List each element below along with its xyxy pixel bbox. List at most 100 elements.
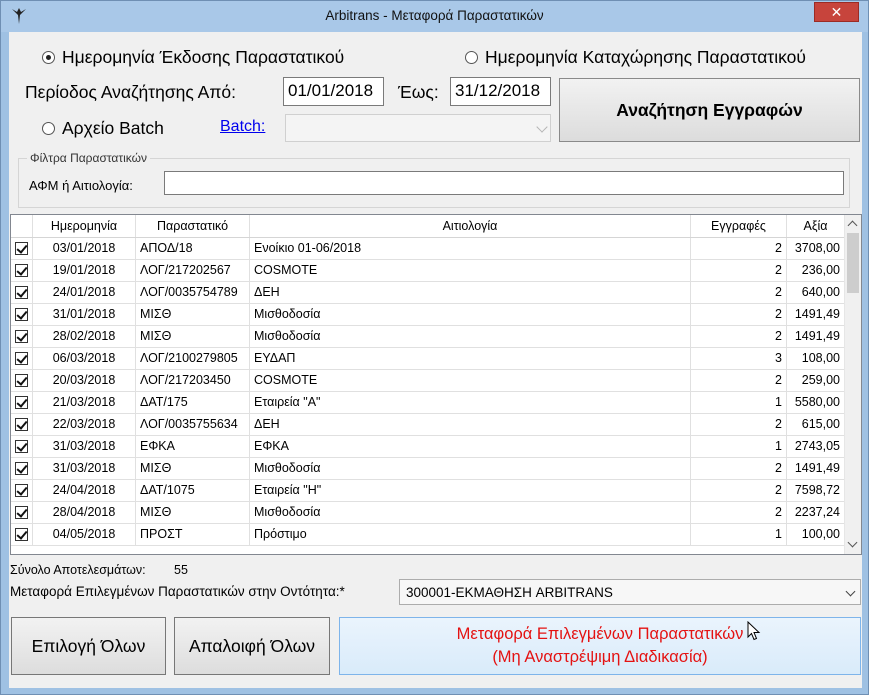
checkbox-checked-icon[interactable]: [15, 242, 28, 256]
cell-entries: 2: [690, 303, 787, 326]
cell-date: 31/03/2018: [32, 435, 136, 458]
table-row[interactable]: 20/03/2018 ΛΟΓ/217203450 COSMOTE 2 259,00: [11, 369, 845, 392]
table-row[interactable]: 28/02/2018 ΜΙΣΘ Μισθοδοσία 2 1491,49: [11, 325, 845, 348]
row-checkbox[interactable]: [11, 523, 33, 546]
checkbox-checked-icon[interactable]: [15, 286, 28, 300]
transfer-entity-label: Μεταφορά Επιλεγμένων Παραστατικών στην Ο…: [10, 584, 345, 599]
row-checkbox[interactable]: [11, 435, 33, 458]
search-records-button[interactable]: Αναζήτηση Εγγραφών: [559, 78, 860, 142]
table-row[interactable]: 21/03/2018 ΔΑΤ/175 Εταιρεία "Α" 1 5580,00: [11, 391, 845, 414]
row-checkbox[interactable]: [11, 303, 33, 326]
col-header-date[interactable]: Ημερομηνία: [32, 215, 136, 238]
date-to-input[interactable]: 31/12/2018: [450, 77, 551, 106]
deselect-all-button[interactable]: Απαλοιφή Όλων: [174, 617, 330, 675]
radio-batch-dot[interactable]: [42, 122, 55, 135]
cell-document: ΕΦΚΑ: [135, 435, 250, 458]
window-title: Arbitrans - Μεταφορά Παραστατικών: [325, 8, 544, 23]
row-checkbox[interactable]: [11, 237, 33, 260]
col-header-document[interactable]: Παραστατικό: [135, 215, 250, 238]
entity-select[interactable]: 300001-ΕΚΜΑΘΗΣΗ ARBITRANS: [399, 579, 861, 605]
table-row[interactable]: 28/04/2018 ΜΙΣΘ Μισθοδοσία 2 2237,24: [11, 501, 845, 524]
col-header-entries[interactable]: Εγγραφές: [690, 215, 787, 238]
table-row[interactable]: 22/03/2018 ΛΟΓ/0035755634 ΔΕΗ 2 615,00: [11, 413, 845, 436]
table-row[interactable]: 24/04/2018 ΔΑΤ/1075 Εταιρεία "Η" 2 7598,72: [11, 479, 845, 502]
date-from-input[interactable]: 01/01/2018: [283, 77, 384, 106]
table-row[interactable]: 04/05/2018 ΠΡΟΣΤ Πρόστιμο 1 100,00: [11, 523, 845, 546]
cell-document: ΜΙΣΘ: [135, 501, 250, 524]
checkbox-checked-icon[interactable]: [15, 440, 28, 454]
cell-date: 31/03/2018: [32, 457, 136, 480]
row-checkbox[interactable]: [11, 259, 33, 282]
batch-select[interactable]: [285, 114, 551, 142]
cell-date: 21/03/2018: [32, 391, 136, 414]
select-all-button[interactable]: Επιλογή Όλων: [11, 617, 166, 675]
row-checkbox[interactable]: [11, 281, 33, 304]
radio-register-date-dot[interactable]: [465, 51, 478, 64]
radio-batch[interactable]: Αρχείο Batch: [42, 118, 164, 139]
transfer-selected-button[interactable]: Μεταφορά Επιλεγμένων Παραστατικών (Μη Αν…: [339, 617, 861, 675]
cell-entries: 1: [690, 435, 787, 458]
checkbox-checked-icon[interactable]: [15, 308, 28, 322]
cell-reason: Μισθοδοσία: [249, 457, 691, 480]
close-button[interactable]: ✕: [814, 2, 859, 22]
scroll-up-icon[interactable]: [847, 220, 858, 231]
checkbox-checked-icon[interactable]: [15, 462, 28, 476]
table-row[interactable]: 06/03/2018 ΛΟΓ/2100279805 ΕΥΔΑΠ 3 108,00: [11, 347, 845, 370]
cell-reason: Μισθοδοσία: [249, 325, 691, 348]
col-header-reason[interactable]: Αιτιολογία: [249, 215, 691, 238]
checkbox-checked-icon[interactable]: [15, 396, 28, 410]
cell-document: ΛΟΓ/0035755634: [135, 413, 250, 436]
radio-issue-date[interactable]: Ημερομηνία Έκδοσης Παραστατικού: [42, 47, 344, 68]
row-checkbox[interactable]: [11, 347, 33, 370]
row-checkbox[interactable]: [11, 391, 33, 414]
checkbox-checked-icon[interactable]: [15, 264, 28, 278]
scroll-down-icon[interactable]: [847, 537, 858, 548]
cell-value: 1491,49: [786, 303, 845, 326]
cell-entries: 1: [690, 523, 787, 546]
col-header-value[interactable]: Αξία: [786, 215, 845, 238]
cell-reason: ΕΥΔΑΠ: [249, 347, 691, 370]
checkbox-checked-icon[interactable]: [15, 484, 28, 498]
table-row[interactable]: 19/01/2018 ΛΟΓ/217202567 COSMOTE 2 236,00: [11, 259, 845, 282]
checkbox-checked-icon[interactable]: [15, 418, 28, 432]
row-checkbox[interactable]: [11, 479, 33, 502]
grid-scrollbar[interactable]: [844, 215, 861, 554]
radio-register-date-label: Ημερομηνία Καταχώρησης Παραστατικού: [485, 47, 806, 67]
checkbox-checked-icon[interactable]: [15, 528, 28, 542]
cell-entries: 2: [690, 413, 787, 436]
afm-label: ΑΦΜ ή Αιτιολογία:: [29, 178, 133, 193]
cell-value: 5580,00: [786, 391, 845, 414]
radio-issue-date-dot[interactable]: [42, 51, 55, 64]
cell-value: 2743,05: [786, 435, 845, 458]
cell-reason: COSMOTE: [249, 259, 691, 282]
row-checkbox[interactable]: [11, 369, 33, 392]
table-row[interactable]: 31/03/2018 ΕΦΚΑ ΕΦΚΑ 1 2743,05: [11, 435, 845, 458]
date-to-label: Έως:: [398, 82, 439, 102]
cell-entries: 2: [690, 325, 787, 348]
afm-input[interactable]: [164, 171, 844, 195]
cell-entries: 1: [690, 391, 787, 414]
cell-entries: 2: [690, 501, 787, 524]
cell-reason: Εταιρεία "Η": [249, 479, 691, 502]
table-row[interactable]: 31/03/2018 ΜΙΣΘ Μισθοδοσία 2 1491,49: [11, 457, 845, 480]
checkbox-checked-icon[interactable]: [15, 506, 28, 520]
cell-value: 640,00: [786, 281, 845, 304]
batch-link[interactable]: Batch:: [220, 118, 265, 136]
row-checkbox[interactable]: [11, 501, 33, 524]
checkbox-checked-icon[interactable]: [15, 374, 28, 388]
checkbox-checked-icon[interactable]: [15, 352, 28, 366]
table-row[interactable]: 03/01/2018 ΑΠΟΔ/18 Ενοίκιο 01-06/2018 2 3708…: [11, 237, 845, 260]
main-window: Arbitrans - Μεταφορά Παραστατικών ✕ Ημερ…: [0, 0, 869, 695]
table-row[interactable]: 24/01/2018 ΛΟΓ/0035754789 ΔΕΗ 2 640,00: [11, 281, 845, 304]
scroll-thumb[interactable]: [847, 233, 859, 293]
radio-register-date[interactable]: Ημερομηνία Καταχώρησης Παραστατικού: [465, 47, 806, 68]
checkbox-checked-icon[interactable]: [15, 330, 28, 344]
cell-document: ΛΟΓ/2100279805: [135, 347, 250, 370]
row-checkbox[interactable]: [11, 325, 33, 348]
row-checkbox[interactable]: [11, 413, 33, 436]
cell-reason: COSMOTE: [249, 369, 691, 392]
row-checkbox[interactable]: [11, 457, 33, 480]
table-row[interactable]: 31/01/2018 ΜΙΣΘ Μισθοδοσία 2 1491,49: [11, 303, 845, 326]
cell-date: 06/03/2018: [32, 347, 136, 370]
cell-date: 24/04/2018: [32, 479, 136, 502]
